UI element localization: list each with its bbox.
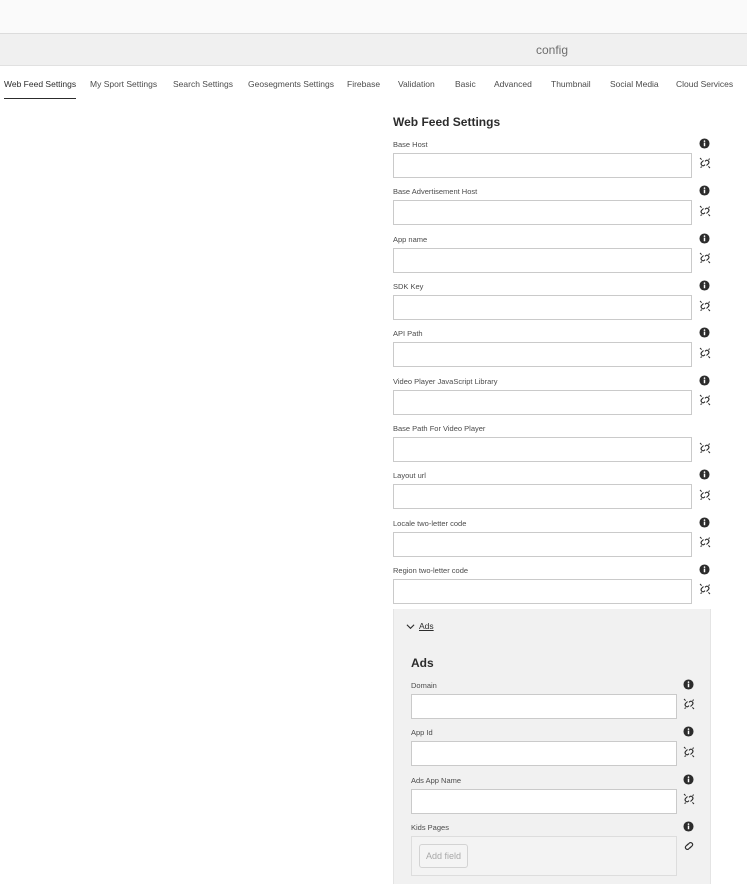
info-icon[interactable] <box>699 233 710 244</box>
base-host-input[interactable] <box>393 153 692 178</box>
field-label: SDK Key <box>393 282 424 291</box>
add-field-button[interactable]: Add field <box>419 844 469 868</box>
info-icon[interactable] <box>699 185 710 196</box>
ads-accordion: Ads Ads Domain App Id Ads App Name Kids … <box>393 609 711 884</box>
tab-bar: Web Feed Settings My Sport Settings Sear… <box>0 66 747 100</box>
info-icon[interactable] <box>699 564 710 575</box>
info-icon[interactable] <box>683 679 694 690</box>
field-label: Domain <box>411 681 437 690</box>
tab-cloud-services[interactable]: Cloud Services <box>676 66 733 100</box>
link-broken-icon[interactable] <box>682 745 696 759</box>
tab-search-settings[interactable]: Search Settings <box>173 66 233 100</box>
field-label: Layout url <box>393 471 426 480</box>
link-icon[interactable] <box>682 839 696 853</box>
info-icon[interactable] <box>683 726 694 737</box>
field-label: App name <box>393 235 428 244</box>
field-label: Ads App Name <box>411 776 462 785</box>
field-label: Region two-letter code <box>393 566 469 575</box>
link-broken-icon[interactable] <box>698 156 712 170</box>
layout-url-input[interactable] <box>393 484 692 509</box>
field-label: App Id <box>411 728 433 737</box>
ads-accordion-label: Ads <box>419 621 434 631</box>
sdk-key-input[interactable] <box>393 295 692 320</box>
field-label: Base Advertisement Host <box>393 187 478 196</box>
base-advertisement-host-input[interactable] <box>393 200 692 225</box>
info-icon[interactable] <box>699 375 710 386</box>
tab-my-sport-settings[interactable]: My Sport Settings <box>90 66 157 100</box>
link-broken-icon[interactable] <box>698 204 712 218</box>
base-path-video-player-input[interactable] <box>393 437 692 462</box>
title-bar: config <box>0 34 747 66</box>
ads-accordion-toggle[interactable]: Ads <box>406 619 434 633</box>
link-broken-icon[interactable] <box>698 441 712 455</box>
region-code-input[interactable] <box>393 579 692 604</box>
link-broken-icon[interactable] <box>698 346 712 360</box>
tab-social-media[interactable]: Social Media <box>610 66 659 100</box>
top-bar <box>0 0 747 34</box>
chevron-down-icon <box>406 623 415 629</box>
field-label: Kids Pages <box>411 823 449 832</box>
link-broken-icon[interactable] <box>698 251 712 265</box>
link-broken-icon[interactable] <box>698 393 712 407</box>
section-title-web-feed: Web Feed Settings <box>393 115 501 129</box>
tab-web-feed-settings[interactable]: Web Feed Settings <box>4 66 77 100</box>
section-title-ads: Ads <box>411 656 434 670</box>
link-broken-icon[interactable] <box>698 488 712 502</box>
field-label: Base Host <box>393 140 428 149</box>
info-icon[interactable] <box>699 280 710 291</box>
info-icon[interactable] <box>683 821 694 832</box>
link-broken-icon[interactable] <box>682 697 696 711</box>
link-broken-icon[interactable] <box>682 792 696 806</box>
link-broken-icon[interactable] <box>698 582 712 596</box>
app-name-input[interactable] <box>393 248 692 273</box>
tab-firebase[interactable]: Firebase <box>347 66 380 100</box>
tab-thumbnail[interactable]: Thumbnail <box>551 66 591 100</box>
field-label: API Path <box>393 329 423 338</box>
field-label: Base Path For Video Player <box>393 424 486 433</box>
info-icon[interactable] <box>699 327 710 338</box>
field-label: Video Player JavaScript Library <box>393 377 498 386</box>
info-icon[interactable] <box>683 774 694 785</box>
field-label: Locale two-letter code <box>393 519 467 528</box>
ads-app-id-input[interactable] <box>411 741 677 766</box>
kids-pages-multifield: Add field <box>411 836 677 876</box>
tab-geosegments-settings[interactable]: Geosegments Settings <box>248 66 334 100</box>
link-broken-icon[interactable] <box>698 299 712 313</box>
link-broken-icon[interactable] <box>698 535 712 549</box>
tab-validation[interactable]: Validation <box>398 66 435 100</box>
video-player-library-input[interactable] <box>393 390 692 415</box>
ads-domain-input[interactable] <box>411 694 677 719</box>
info-icon[interactable] <box>699 517 710 528</box>
tab-basic[interactable]: Basic <box>455 66 476 100</box>
tab-advanced[interactable]: Advanced <box>494 66 532 100</box>
page-title: config <box>536 43 569 57</box>
info-icon[interactable] <box>699 138 710 149</box>
api-path-input[interactable] <box>393 342 692 367</box>
ads-app-name-input[interactable] <box>411 789 677 814</box>
info-icon[interactable] <box>699 469 710 480</box>
locale-code-input[interactable] <box>393 532 692 557</box>
